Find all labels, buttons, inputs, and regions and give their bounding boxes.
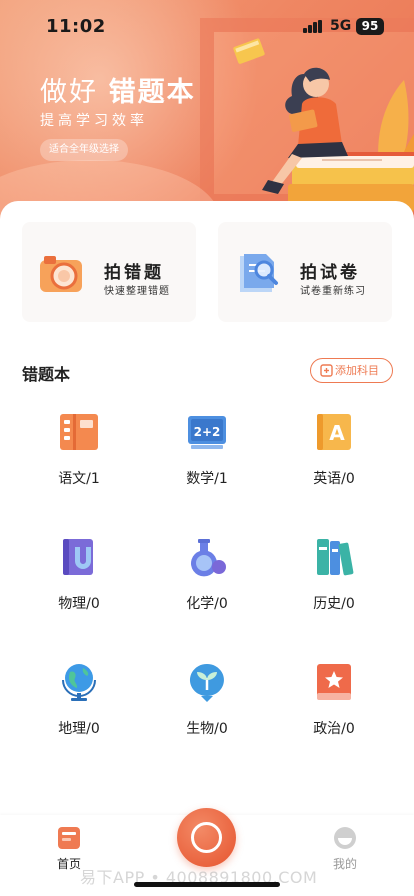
subject-label: 数学/1 [186, 471, 228, 487]
home-indicator [134, 882, 280, 887]
subject-biology[interactable]: 生物/0 [161, 662, 251, 752]
subject-label: 历史/0 [313, 596, 355, 612]
tab-me-label: 我的 [332, 857, 357, 871]
subject-physics[interactable]: 物理/0 [33, 537, 123, 627]
subject-label: 地理/0 [58, 721, 100, 737]
svg-text:2+2: 2+2 [194, 425, 221, 439]
banner-badge: 适合全年级选择 [40, 139, 128, 161]
banner-subtitle: 提高学习效率 [40, 113, 148, 129]
globe-icon [62, 664, 96, 701]
book-icon [60, 414, 98, 450]
notebook-title: 错题本 [22, 365, 71, 384]
camera-capture-button[interactable] [177, 808, 236, 867]
subject-chemistry[interactable]: 化学/0 [161, 537, 251, 627]
banner-title-prefix: 做好 [40, 77, 98, 108]
reading-girl-illustration [233, 38, 414, 212]
quick-action-title: 拍错题 [104, 263, 164, 283]
subject-english[interactable]: A 英语/0 [288, 412, 378, 502]
books-icon [317, 539, 354, 576]
signal-icon [303, 20, 323, 33]
profile-icon [334, 827, 356, 849]
banner: 11:02 5G 95 做好 错题本 提高学习效率 适合全年级选择 [0, 0, 414, 232]
network-type: 5G [330, 18, 352, 34]
subject-label: 生物/0 [186, 721, 228, 737]
subject-math[interactable]: 2+2 数学/1 [161, 412, 251, 502]
battery-icon: 95 [356, 18, 384, 35]
add-subject-label: 添加科目 [335, 364, 379, 377]
add-book-icon [320, 364, 333, 377]
svg-text:A: A [329, 421, 345, 445]
status-time: 11:02 [46, 16, 106, 37]
sprout-icon [189, 664, 224, 702]
subject-label: 英语/0 [313, 471, 355, 487]
subject-label: 语文/1 [58, 471, 100, 487]
banner-title-bold: 错题本 [108, 77, 196, 108]
magnet-book-icon [63, 539, 93, 575]
subject-label: 化学/0 [186, 596, 228, 612]
camera-ring-icon [191, 822, 222, 853]
camera-icon [40, 256, 82, 292]
subject-politics[interactable]: 政治/0 [288, 662, 378, 752]
subject-geography[interactable]: 地理/0 [33, 662, 123, 752]
home-book-icon [58, 827, 80, 849]
quick-action-desc: 快速整理错题 [104, 286, 170, 297]
quick-action-title: 拍试卷 [300, 263, 360, 283]
banner-title: 做好 错题本 [40, 70, 196, 109]
star-book-icon [317, 664, 351, 700]
take-wrong-question-card[interactable]: 拍错题 快速整理错题 [22, 222, 196, 322]
quick-action-desc: 试卷重新练习 [300, 286, 366, 297]
flask-icon [191, 539, 226, 577]
subject-label: 物理/0 [58, 596, 100, 612]
subject-chinese[interactable]: 语文/1 [33, 412, 123, 502]
subject-label: 政治/0 [313, 721, 355, 737]
take-exam-paper-card[interactable]: 拍试卷 试卷重新练习 [218, 222, 392, 322]
blackboard-icon: 2+2 [188, 416, 226, 449]
add-subject-button[interactable]: 添加科目 [310, 358, 393, 383]
tab-me[interactable]: 我的 [315, 826, 375, 876]
document-search-icon [240, 254, 278, 292]
letter-a-book-icon: A [317, 414, 351, 450]
subject-history[interactable]: 历史/0 [288, 537, 378, 627]
